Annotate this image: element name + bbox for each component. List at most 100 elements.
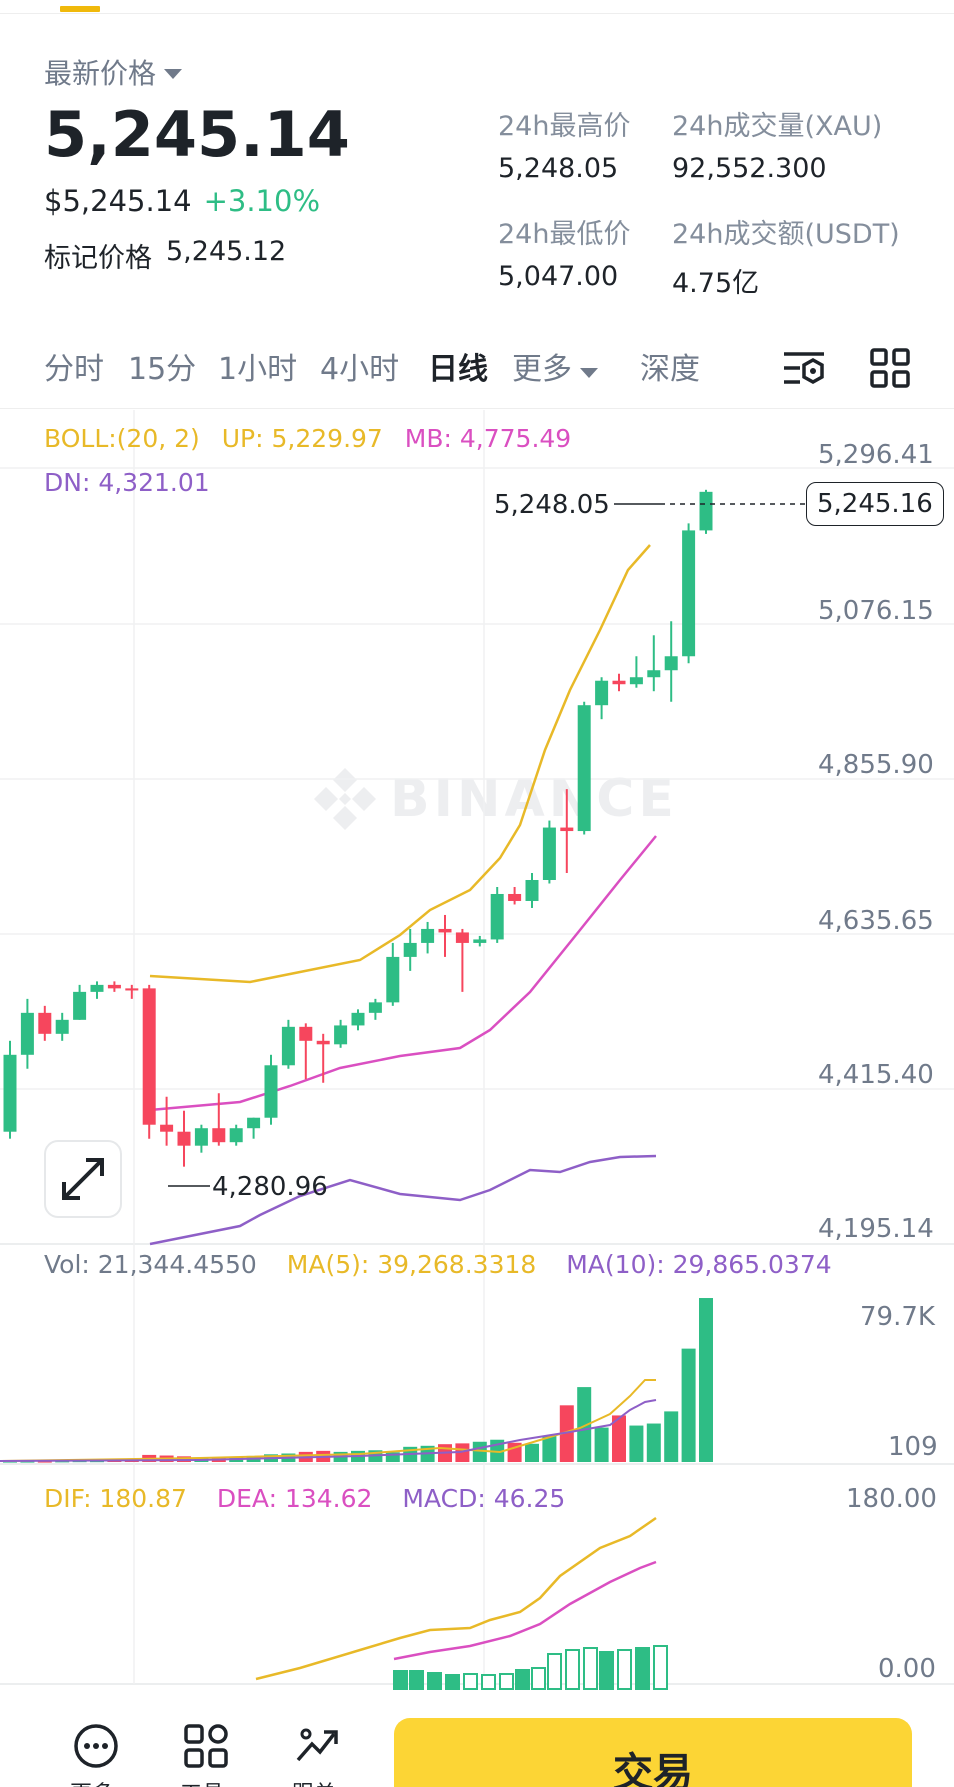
candle-body: [55, 1019, 69, 1034]
volume-bar: [629, 1425, 644, 1462]
candle-body: [647, 670, 661, 678]
macd-histogram-bar: [499, 1673, 514, 1690]
candle-body: [160, 1124, 174, 1132]
candle-body: [107, 984, 121, 989]
candle-body: [90, 984, 104, 992]
volume-bar: [664, 1411, 679, 1462]
candle-body: [595, 680, 609, 706]
candle-body: [525, 879, 539, 901]
candle-body: [629, 677, 643, 685]
candle-body: [473, 939, 487, 943]
candle-body: [212, 1128, 226, 1143]
candle-body: [542, 827, 556, 880]
macd-legend: DIF: 180.87 DEA: 134.62 MACD: 46.25: [44, 1484, 565, 1513]
candle-body: [490, 893, 504, 940]
boll-up-line: [149, 544, 651, 984]
macd-histogram-bar: [617, 1649, 632, 1690]
volume-series: [0, 1298, 713, 1463]
macd-histogram-bar: [409, 1670, 424, 1690]
tools-label: 工具: [180, 1776, 224, 1787]
price-axis-label: 5,076.15: [818, 596, 934, 626]
vol-axis-label: 109: [888, 1432, 938, 1462]
candle-body: [299, 1026, 313, 1041]
macd-histogram-bar: [565, 1649, 580, 1690]
candle-body: [177, 1131, 191, 1146]
copy-trading-label: 跟单: [292, 1776, 336, 1787]
candle-body: [316, 1040, 330, 1045]
macd-histogram-bar: [463, 1673, 478, 1690]
vol-ma5: MA(5): 39,268.3318: [286, 1250, 537, 1279]
candle-body: [438, 928, 452, 933]
vol-axis-label: 79.7K: [860, 1302, 935, 1332]
price-axis-label: 4,855.90: [818, 750, 934, 780]
macd-histogram-bar: [635, 1647, 650, 1690]
candle-body: [612, 680, 626, 685]
macd-dea: DEA: 134.62: [216, 1484, 373, 1513]
candle-body: [664, 656, 678, 671]
macd-axis-label: 180.00: [846, 1484, 937, 1514]
candle-body: [125, 988, 139, 991]
boll-mb-line: [149, 835, 657, 1112]
candle-body: [508, 893, 522, 901]
high-price-marker: 5,248.05: [494, 490, 610, 520]
fullscreen-button[interactable]: [44, 1140, 122, 1218]
more-icon[interactable]: [72, 1722, 120, 1770]
macd-series: [255, 1516, 668, 1690]
macd-histogram-bar: [531, 1667, 546, 1690]
candle-body: [247, 1117, 261, 1129]
macd-axis-label: 0.00: [878, 1654, 936, 1684]
candle-body: [699, 491, 713, 531]
candle-body: [264, 1065, 278, 1118]
candle-body: [3, 1054, 17, 1132]
candle-body: [73, 991, 87, 1020]
tools-icon[interactable]: [182, 1722, 230, 1770]
copy-trading-icon[interactable]: [294, 1722, 342, 1770]
candle-body: [142, 988, 156, 1125]
price-axis-label: 4,195.14: [818, 1214, 934, 1244]
trade-button-label: 交易: [613, 1750, 693, 1787]
more-label: 更多: [70, 1776, 114, 1787]
boll-dn: DN: 4,321.01: [44, 468, 210, 497]
macd-histogram-bar: [445, 1674, 460, 1690]
current-price-tag: 5,245.16: [806, 482, 944, 526]
macd-histogram-bar: [599, 1651, 614, 1690]
volume-bar: [681, 1348, 696, 1462]
candlestick-chart[interactable]: [0, 0, 954, 1700]
volume-bar: [699, 1298, 713, 1462]
candle-body: [229, 1128, 243, 1143]
macd-histogram-bar: [427, 1672, 442, 1690]
candle-body: [421, 928, 435, 943]
boll-up: UP: 5,229.97: [221, 424, 383, 453]
candle-body: [351, 1012, 365, 1026]
volume-bar: [646, 1423, 661, 1462]
boll-mb: MB: 4,775.49: [404, 424, 572, 453]
candle-body: [403, 942, 417, 957]
macd-histogram-bar: [393, 1670, 408, 1690]
macd-dea-line: [393, 1560, 657, 1661]
boll-params: BOLL:(20, 2): [44, 424, 200, 453]
macd-histogram-bar: [583, 1647, 598, 1690]
candle-body: [281, 1026, 295, 1066]
low-price-marker: 4,280.96: [212, 1172, 328, 1202]
candle-body: [455, 932, 469, 943]
price-markers: [168, 503, 806, 1187]
candle-body: [560, 827, 574, 832]
volume-bar: [594, 1427, 609, 1462]
price-axis-label: 4,415.40: [818, 1060, 934, 1090]
candle-body: [368, 1002, 382, 1013]
candle-body: [194, 1128, 208, 1146]
volume-legend: Vol: 21,344.4550 MA(5): 39,268.3318 MA(1…: [44, 1250, 832, 1279]
price-axis-label: 4,635.65: [818, 906, 934, 936]
trade-button[interactable]: 交易: [394, 1718, 912, 1787]
candle-body: [682, 530, 696, 657]
vol-ma5-line: [0, 1379, 656, 1462]
macd-value: MACD: 46.25: [402, 1484, 566, 1513]
candle-body: [38, 1012, 52, 1034]
candle-body: [577, 705, 591, 832]
macd-histogram-bar: [547, 1653, 562, 1690]
candle-body: [20, 1012, 34, 1055]
expand-icon: [62, 1158, 104, 1200]
macd-dif: DIF: 180.87: [44, 1484, 187, 1513]
volume-bar: [525, 1443, 539, 1462]
price-axis-label: 5,296.41: [818, 440, 934, 470]
